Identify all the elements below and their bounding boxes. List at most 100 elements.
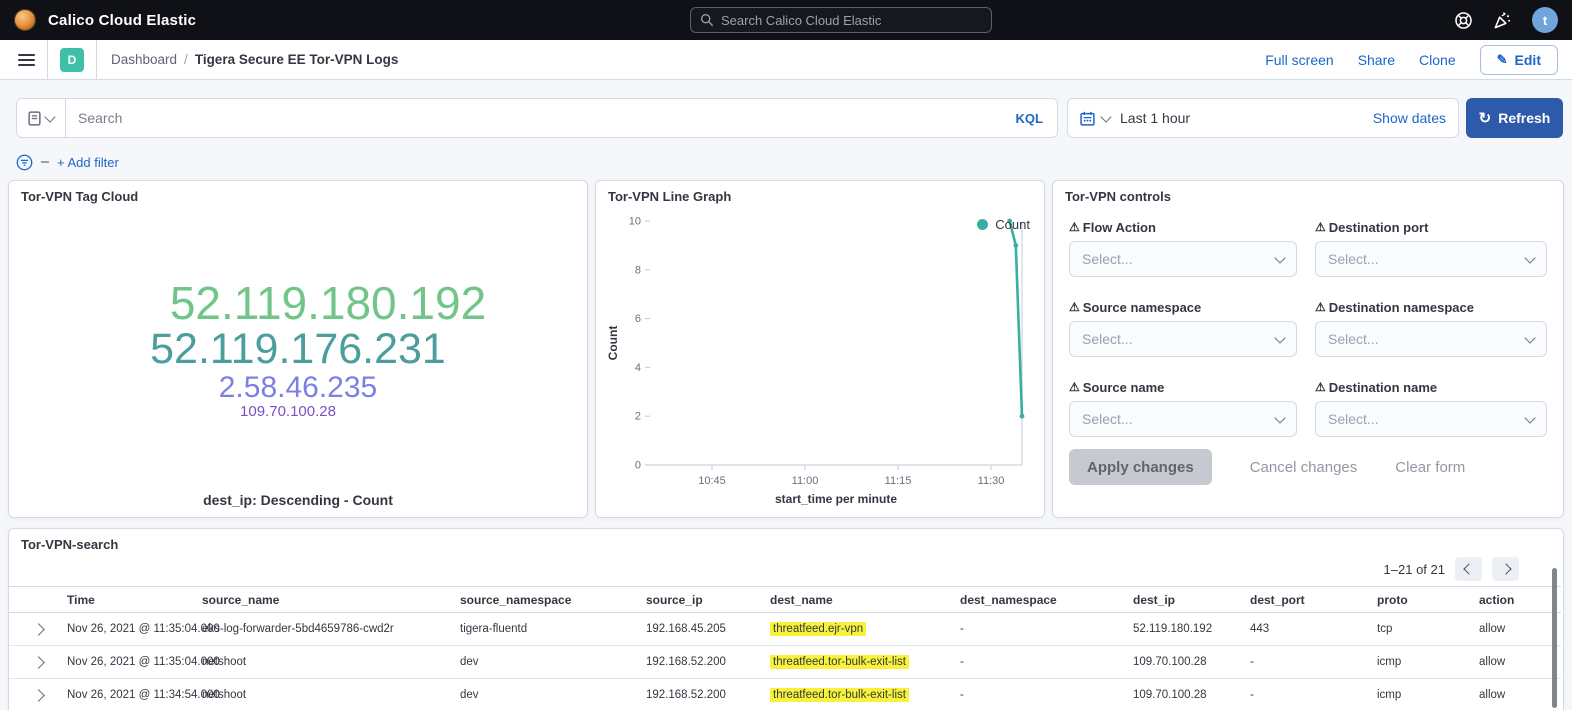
add-filter-button[interactable]: + Add filter	[57, 155, 119, 170]
column-header-dest_ip[interactable]: dest_ip	[1125, 593, 1242, 607]
select-placeholder: Select...	[1082, 411, 1133, 427]
cell-source_ip: 192.168.52.200	[638, 689, 762, 701]
cell-dest_ip: 109.70.100.28	[1125, 689, 1242, 701]
dashboard-app-badge[interactable]: D	[60, 48, 84, 72]
select-source-namespace[interactable]: Select...	[1069, 321, 1297, 357]
column-header-dest_name[interactable]: dest_name	[762, 593, 952, 607]
refresh-icon: ↻	[1479, 111, 1492, 126]
tag-cloud-panel: Tor-VPN Tag Cloud 52.119.180.19252.119.1…	[8, 180, 588, 518]
controls-form: ⚠Flow ActionSelect...⚠Destination portSe…	[1069, 219, 1547, 437]
kql-toggle[interactable]: KQL	[1016, 111, 1043, 126]
svg-text:11:00: 11:00	[792, 475, 819, 487]
full-screen-button[interactable]: Full screen	[1265, 52, 1333, 68]
expand-row-icon[interactable]	[32, 656, 45, 669]
cell-proto: icmp	[1369, 689, 1471, 701]
legend-label: Count	[995, 217, 1030, 232]
tag-cloud-tag[interactable]: 109.70.100.28	[240, 404, 336, 420]
table-row: Nov 26, 2021 @ 11:34:54.000netshootdev19…	[9, 679, 1561, 710]
chevron-down-icon	[1524, 332, 1535, 343]
help-icon[interactable]	[1454, 11, 1473, 30]
pagination-count: 1–21 of 21	[1384, 562, 1445, 577]
column-header-proto[interactable]: proto	[1369, 593, 1471, 607]
cancel-changes-button[interactable]: Cancel changes	[1250, 459, 1358, 476]
show-dates-button[interactable]: Show dates	[1373, 110, 1446, 126]
expand-row-icon[interactable]	[32, 689, 45, 702]
pagination: 1–21 of 21	[1384, 557, 1519, 581]
time-range-picker[interactable]: Last 1 hour Show dates	[1067, 98, 1459, 138]
svg-text:8: 8	[635, 264, 641, 276]
control-field-label: ⚠Source namespace	[1069, 299, 1297, 315]
line-graph-panel: Tor-VPN Line Graph 024681010:4511:0011:1…	[595, 180, 1045, 518]
next-page-button[interactable]	[1492, 557, 1519, 581]
control-field-label: ⚠Destination namespace	[1315, 299, 1547, 315]
tag-cloud-tag[interactable]: 2.58.46.235	[219, 372, 377, 404]
select-destination-name[interactable]: Select...	[1315, 401, 1547, 437]
select-placeholder: Select...	[1328, 251, 1379, 267]
column-header-source_namespace[interactable]: source_namespace	[452, 593, 638, 607]
cell-dest_ip: 109.70.100.28	[1125, 656, 1242, 668]
column-header-dest_namespace[interactable]: dest_namespace	[952, 593, 1125, 607]
divider	[96, 40, 97, 79]
chevron-down-icon	[1524, 252, 1535, 263]
cell-dest_port: 443	[1242, 623, 1369, 635]
global-search-input[interactable]: Search Calico Cloud Elastic	[690, 7, 992, 33]
query-input[interactable]: Search KQL	[16, 98, 1058, 138]
clone-button[interactable]: Clone	[1419, 52, 1456, 68]
control-field: ⚠Flow Action Select...	[1069, 219, 1297, 277]
panel-title: Tor-VPN Line Graph	[608, 189, 731, 204]
legend-item-count[interactable]: Count	[977, 217, 1030, 232]
refresh-button[interactable]: ↻ Refresh	[1466, 98, 1563, 138]
column-header-time[interactable]: Time	[59, 593, 194, 607]
warning-icon: ⚠	[1315, 301, 1326, 313]
menu-icon[interactable]	[18, 54, 35, 66]
cell-dest_port: -	[1242, 689, 1369, 701]
calendar-icon	[1080, 111, 1095, 126]
search-table-panel: Tor-VPN-search 1–21 of 21 Timesource_nam…	[8, 528, 1564, 710]
highlighted-value: threatfeed.tor-bulk-exit-list	[770, 655, 909, 669]
cell-time: Nov 26, 2021 @ 11:35:04.000	[59, 656, 194, 668]
select-flow-action[interactable]: Select...	[1069, 241, 1297, 277]
clear-form-button[interactable]: Clear form	[1395, 459, 1465, 476]
saved-query-menu-button[interactable]	[17, 99, 66, 137]
cell-dest_port: -	[1242, 656, 1369, 668]
filter-bar: + Add filter	[16, 151, 119, 173]
calico-logo-icon	[14, 9, 36, 31]
column-header-action[interactable]: action	[1471, 593, 1561, 607]
panel-title: Tor-VPN controls	[1065, 189, 1171, 204]
control-field-label: ⚠Flow Action	[1069, 219, 1297, 235]
kibana-dashboard: Calico Cloud Elastic Search Calico Cloud…	[0, 0, 1572, 710]
select-destination-port[interactable]: Select...	[1315, 241, 1547, 277]
column-header-dest_port[interactable]: dest_port	[1242, 593, 1369, 607]
breadcrumb-current: Tigera Secure EE Tor-VPN Logs	[195, 52, 399, 67]
expand-row-icon[interactable]	[32, 623, 45, 636]
breadcrumb-dashboard[interactable]: Dashboard	[111, 52, 177, 67]
controls-panel: Tor-VPN controls ⚠Flow Action Select... ⚠D…	[1052, 180, 1564, 518]
select-destination-namespace[interactable]: Select...	[1315, 321, 1547, 357]
filter-icon[interactable]	[16, 154, 33, 171]
global-header: Calico Cloud Elastic Search Calico Cloud…	[0, 0, 1572, 40]
search-icon	[700, 13, 714, 27]
cell-source_namespace: tigera-fluentd	[452, 623, 638, 635]
svg-text:start_time per minute: start_time per minute	[775, 492, 897, 506]
apply-changes-button[interactable]: Apply changes	[1069, 449, 1212, 485]
column-header-source_name[interactable]: source_name	[194, 593, 452, 607]
edit-button[interactable]: ✎ Edit	[1480, 45, 1558, 75]
chevron-down-icon	[1274, 252, 1285, 263]
tag-cloud-tag[interactable]: 52.119.176.231	[150, 327, 446, 372]
svg-text:2: 2	[635, 411, 641, 423]
user-avatar[interactable]: t	[1532, 7, 1558, 33]
whats-new-icon[interactable]	[1493, 11, 1512, 30]
share-button[interactable]: Share	[1358, 52, 1395, 68]
app-title: Calico Cloud Elastic	[48, 12, 196, 29]
highlighted-value: threatfeed.ejr-vpn	[770, 622, 866, 636]
cell-source_ip: 192.168.52.200	[638, 656, 762, 668]
table-scrollbar[interactable]	[1552, 568, 1557, 708]
previous-page-button[interactable]	[1455, 557, 1482, 581]
tag-cloud-tag[interactable]: 52.119.180.192	[170, 279, 486, 327]
control-field: ⚠Source namespace Select...	[1069, 299, 1297, 357]
line-chart: 024681010:4511:0011:1511:30Countstart_ti…	[604, 209, 1038, 511]
chevron-down-icon	[1274, 332, 1285, 343]
column-header-source_ip[interactable]: source_ip	[638, 593, 762, 607]
select-source-name[interactable]: Select...	[1069, 401, 1297, 437]
expand-row-cell	[9, 625, 59, 634]
